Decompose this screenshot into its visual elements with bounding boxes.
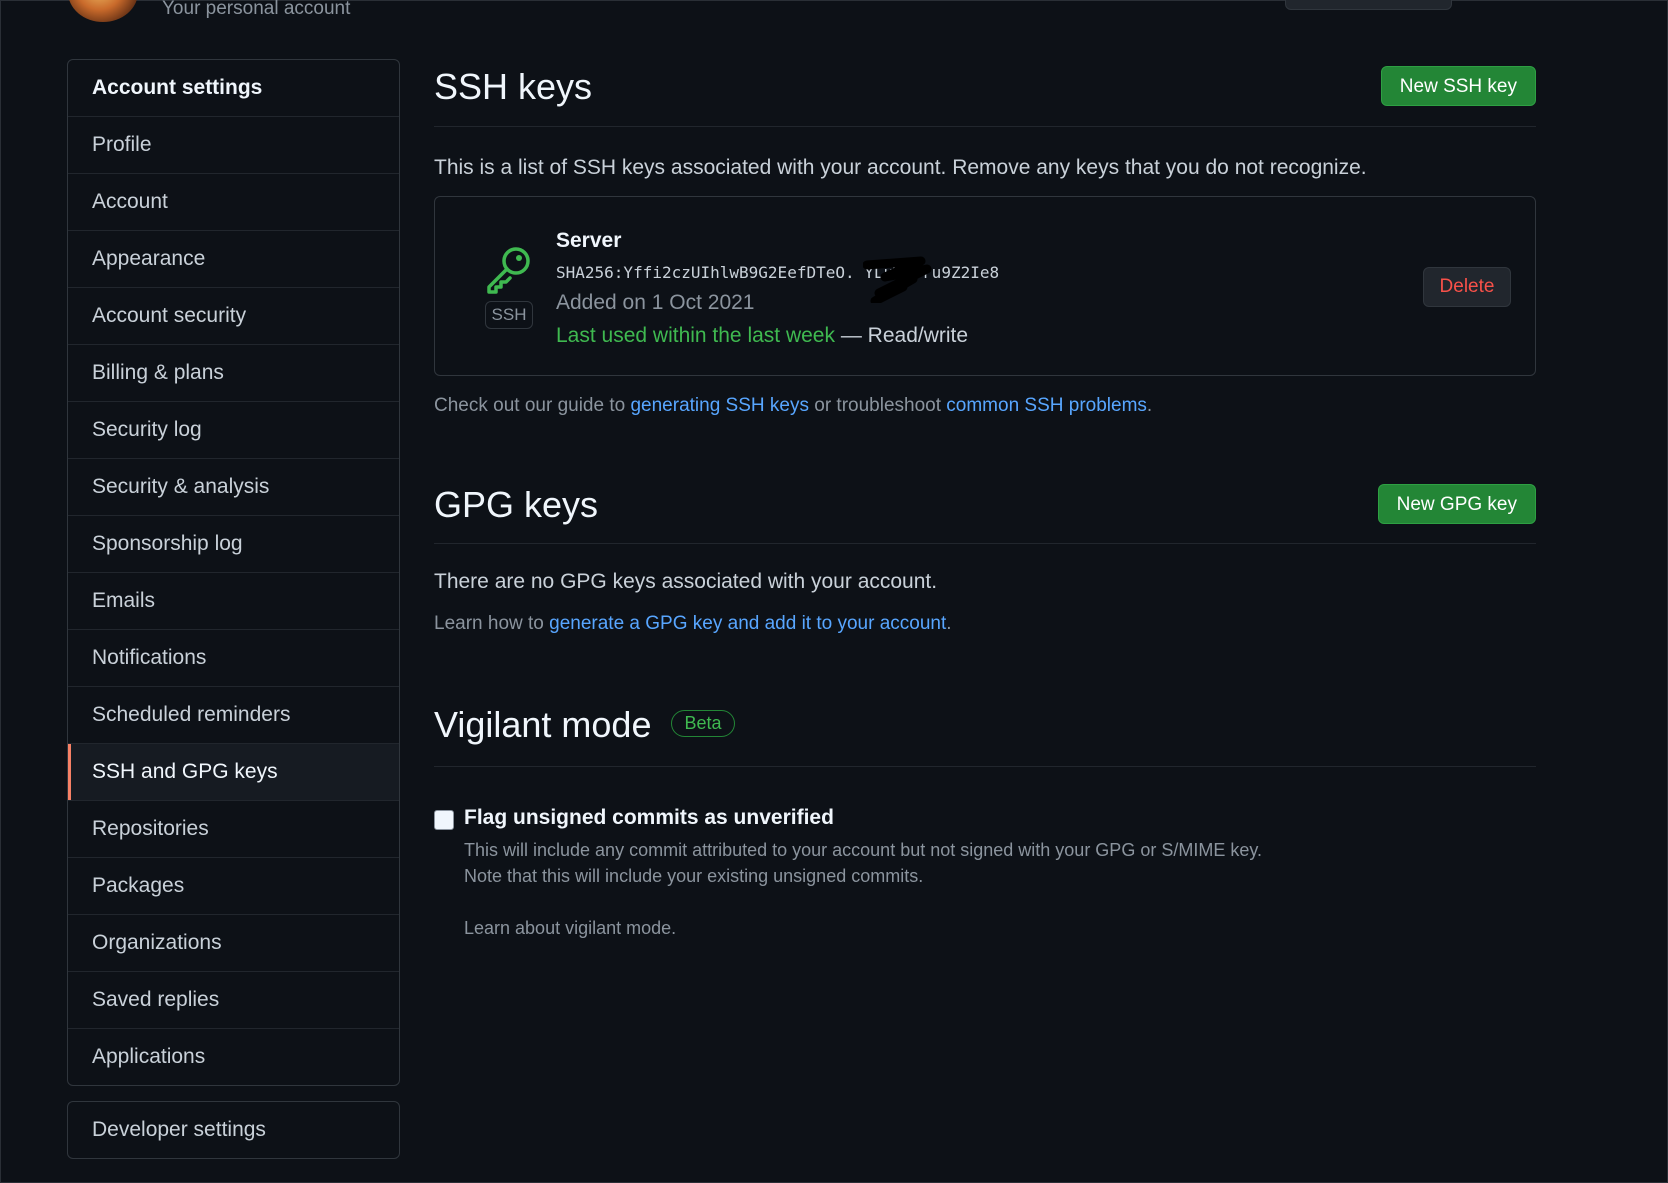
generate-gpg-key-link[interactable]: generate a GPG key and add it to your ac… xyxy=(549,613,946,634)
sidebar-item-appearance[interactable]: Appearance xyxy=(68,231,399,288)
gpg-section-header: GPG keys New GPG key xyxy=(434,476,1536,544)
new-ssh-key-button[interactable]: New SSH key xyxy=(1380,66,1536,106)
redaction-scribble xyxy=(863,256,932,303)
sidebar-item-account-security[interactable]: Account security xyxy=(68,288,399,345)
sidebar-item-billing[interactable]: Billing & plans xyxy=(68,345,399,402)
ssh-badge: SSH xyxy=(485,301,533,329)
common-ssh-problems-link[interactable]: common SSH problems xyxy=(946,395,1147,416)
sidebar-item-account[interactable]: Account xyxy=(68,174,399,231)
ssh-guide-mid-text: or troubleshoot xyxy=(808,395,947,416)
gpg-empty-message: There are no GPG keys associated with yo… xyxy=(434,570,938,593)
sidebar-item-security-log[interactable]: Security log xyxy=(68,402,399,459)
ssh-title: SSH keys xyxy=(434,66,593,107)
sidebar-item-packages[interactable]: Packages xyxy=(68,858,399,915)
developer-sidebar: Developer settings xyxy=(67,1101,400,1159)
ssh-guide-suffix: . xyxy=(1146,395,1153,416)
ssh-guide-note: Check out our guide to generating SSH ke… xyxy=(434,395,1152,417)
key-access: — Read/write xyxy=(835,324,969,347)
sidebar-item-profile[interactable]: Profile xyxy=(68,117,399,174)
key-usage: Last used within the last week — Read/wr… xyxy=(556,324,968,348)
sidebar-item-repositories[interactable]: Repositories xyxy=(68,801,399,858)
sidebar-item-applications[interactable]: Applications xyxy=(68,1029,399,1085)
key-icon xyxy=(487,247,530,294)
gpg-learn-suffix: . xyxy=(946,613,952,634)
key-last-used: Last used within the last week xyxy=(556,324,835,347)
sidebar-item-security-analysis[interactable]: Security & analysis xyxy=(68,459,399,516)
sidebar-item-emails[interactable]: Emails xyxy=(68,573,399,630)
ssh-section-header: SSH keys New SSH key xyxy=(434,58,1536,127)
account-subtitle: Your personal account xyxy=(162,0,351,19)
ssh-guide-text: Check out our guide to xyxy=(434,395,631,416)
main-content: SSH keys New SSH key This is a list of S… xyxy=(434,0,1536,1183)
key-added-date: Added on 1 Oct 2021 xyxy=(556,291,755,314)
ssh-key-item: SSH Server SHA256:Yffi2czUIhlwB9G2EefDTe… xyxy=(434,196,1536,376)
delete-ssh-key-button[interactable]: Delete xyxy=(1423,267,1511,307)
sidebar-item-developer-settings[interactable]: Developer settings xyxy=(68,1102,399,1158)
flag-unsigned-label[interactable]: Flag unsigned commits as unverified xyxy=(464,806,834,830)
sidebar-item-ssh-gpg-keys[interactable]: SSH and GPG keys xyxy=(68,744,399,801)
vigilant-title-text: Vigilant mode xyxy=(434,704,652,745)
gpg-learn-text: Learn how to xyxy=(434,613,550,634)
vigilant-section-header: Vigilant mode Beta xyxy=(434,700,1536,767)
settings-sidebar: Account settings Profile Account Appeara… xyxy=(67,59,400,1086)
sidebar-item-sponsorship-log[interactable]: Sponsorship log xyxy=(68,516,399,573)
sidebar-item-notifications[interactable]: Notifications xyxy=(68,630,399,687)
flag-unsigned-checkbox[interactable] xyxy=(434,810,454,830)
beta-badge: Beta xyxy=(671,709,735,737)
vigilant-title: Vigilant mode Beta xyxy=(434,704,735,746)
sidebar-item-scheduled-reminders[interactable]: Scheduled reminders xyxy=(68,687,399,744)
new-gpg-key-button[interactable]: New GPG key xyxy=(1377,484,1536,524)
gpg-learn-note: Learn how to generate a GPG key and add … xyxy=(434,613,952,635)
generating-ssh-keys-link[interactable]: generating SSH keys xyxy=(630,395,809,416)
vigilant-description-2: Note that this will include your existin… xyxy=(464,866,924,886)
ssh-description: This is a list of SSH keys associated wi… xyxy=(434,156,1367,179)
vigilant-description-1: This will include any commit attributed … xyxy=(464,840,1263,860)
gpg-title: GPG keys xyxy=(434,484,599,525)
sidebar-heading: Account settings xyxy=(68,60,399,117)
key-name: Server xyxy=(556,229,622,252)
sidebar-item-organizations[interactable]: Organizations xyxy=(68,915,399,972)
sidebar-item-saved-replies[interactable]: Saved replies xyxy=(68,972,399,1029)
learn-vigilant-mode-link[interactable]: Learn about vigilant mode. xyxy=(464,918,676,939)
